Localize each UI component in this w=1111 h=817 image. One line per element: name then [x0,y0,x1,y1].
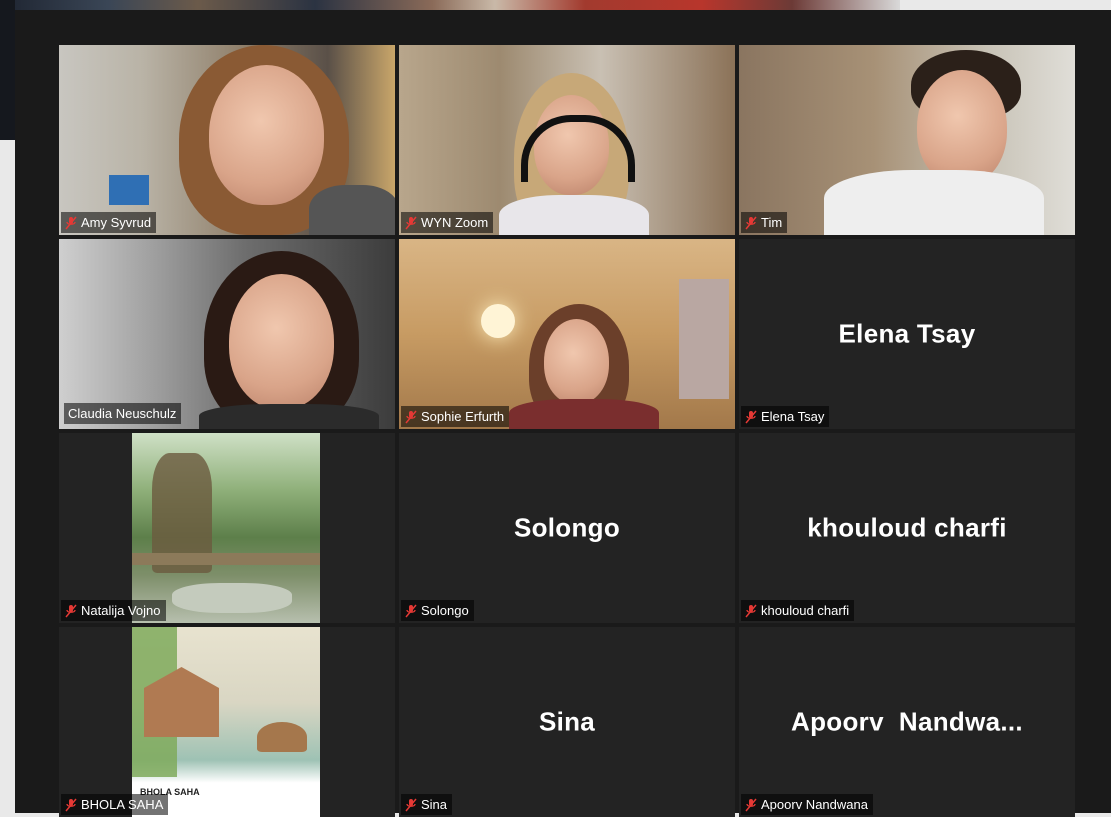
wall-poster [679,279,729,399]
root-bridge [132,553,320,565]
zoom-gallery-window: Amy Syvrud WYN Zoom Tim Claudia Neuschul… [15,10,1111,817]
participant-video [399,45,735,235]
participant-name-tag: khouloud charfi [741,600,855,621]
participant-name-tag: Apoorv Nandwana [741,794,873,815]
book-cover-image: BHOLA SAHA [132,627,320,817]
mic-muted-icon [65,216,77,230]
participant-face [917,70,1007,185]
participant-name: Sina [421,797,448,812]
stream [172,583,292,613]
participant-name: khouloud charfi [761,603,850,618]
participant-display-name: Solongo [513,512,621,543]
participant-tile[interactable]: Sophie Erfurth [399,239,735,429]
participant-name-tag: Amy Syvrud [61,212,157,233]
participant-video [739,45,1075,235]
participant-display-name: Elena Tsay [838,318,976,349]
participant-name: BHOLA SAHA [81,797,164,812]
participant-display-name: Apoorv Nandwa... [791,706,1023,737]
participant-face [544,319,609,404]
mic-muted-icon [65,798,77,812]
participant-video [59,239,395,429]
participant-tile[interactable]: BHOLA SAHA BHOLA SAHA [59,627,395,817]
participant-video [59,45,395,235]
mic-muted-icon [65,604,77,618]
hut [257,722,307,752]
participant-tile[interactable]: Elena Tsay Elena Tsay [739,239,1075,429]
participant-tile[interactable]: Amy Syvrud [59,45,395,235]
participant-name-tag: WYN Zoom [401,212,494,233]
participant-name: Solongo [421,603,469,618]
participant-body [509,399,659,429]
participant-name-tag: Claudia Neuschulz [64,403,182,424]
participant-tile[interactable]: khouloud charfi khouloud charfi [739,433,1075,623]
participant-tile-active-speaker[interactable]: Claudia Neuschulz [59,239,395,429]
mic-muted-icon [405,604,417,618]
participant-tile[interactable]: Tim [739,45,1075,235]
participant-image [132,433,320,623]
participant-name-tag: Elena Tsay [741,406,830,427]
participant-tile[interactable]: Apoorv Nandwa... Apoorv Nandwana [739,627,1075,817]
participant-name: Natalija Vojno [81,603,161,618]
mic-muted-icon [745,216,757,230]
participant-name: Elena Tsay [761,409,825,424]
participant-display-name: khouloud charfi [807,512,1007,543]
participant-name-tag: Sophie Erfurth [401,406,510,427]
participant-name-tag: Natalija Vojno [61,600,166,621]
participant-name: Amy Syvrud [81,215,152,230]
mic-muted-icon [745,798,757,812]
participant-name: WYN Zoom [421,215,489,230]
participant-face [209,65,324,205]
participant-tile[interactable]: Sina Sina [399,627,735,817]
participant-name-tag: Solongo [401,600,474,621]
mic-muted-icon [405,216,417,230]
participant-name: Apoorv Nandwana [761,797,868,812]
mic-muted-icon [405,798,417,812]
background-object [109,175,149,205]
mic-muted-icon [745,410,757,424]
participant-name: Sophie Erfurth [421,409,505,424]
participant-name: Tim [761,215,783,230]
gallery-grid: Amy Syvrud WYN Zoom Tim Claudia Neuschul… [59,45,1075,817]
participant-tile[interactable]: Natalija Vojno [59,433,395,623]
participant-name-tag: Sina [401,794,453,815]
participant-display-name: Sina [538,706,596,737]
participant-tile[interactable]: Solongo Solongo [399,433,735,623]
participant-body [499,195,649,235]
participant-face [229,274,334,409]
background-edge [0,0,15,140]
participant-name: Claudia Neuschulz [68,406,177,421]
participant-name-tag: BHOLA SAHA [61,794,169,815]
participant-tile[interactable]: WYN Zoom [399,45,735,235]
participant-video [399,239,735,429]
participant-body [824,170,1044,235]
mic-muted-icon [745,604,757,618]
mic-muted-icon [405,410,417,424]
participant-name-tag: Tim [741,212,788,233]
lamp [481,304,515,338]
participant-body [199,404,379,429]
participant-body [309,185,395,235]
